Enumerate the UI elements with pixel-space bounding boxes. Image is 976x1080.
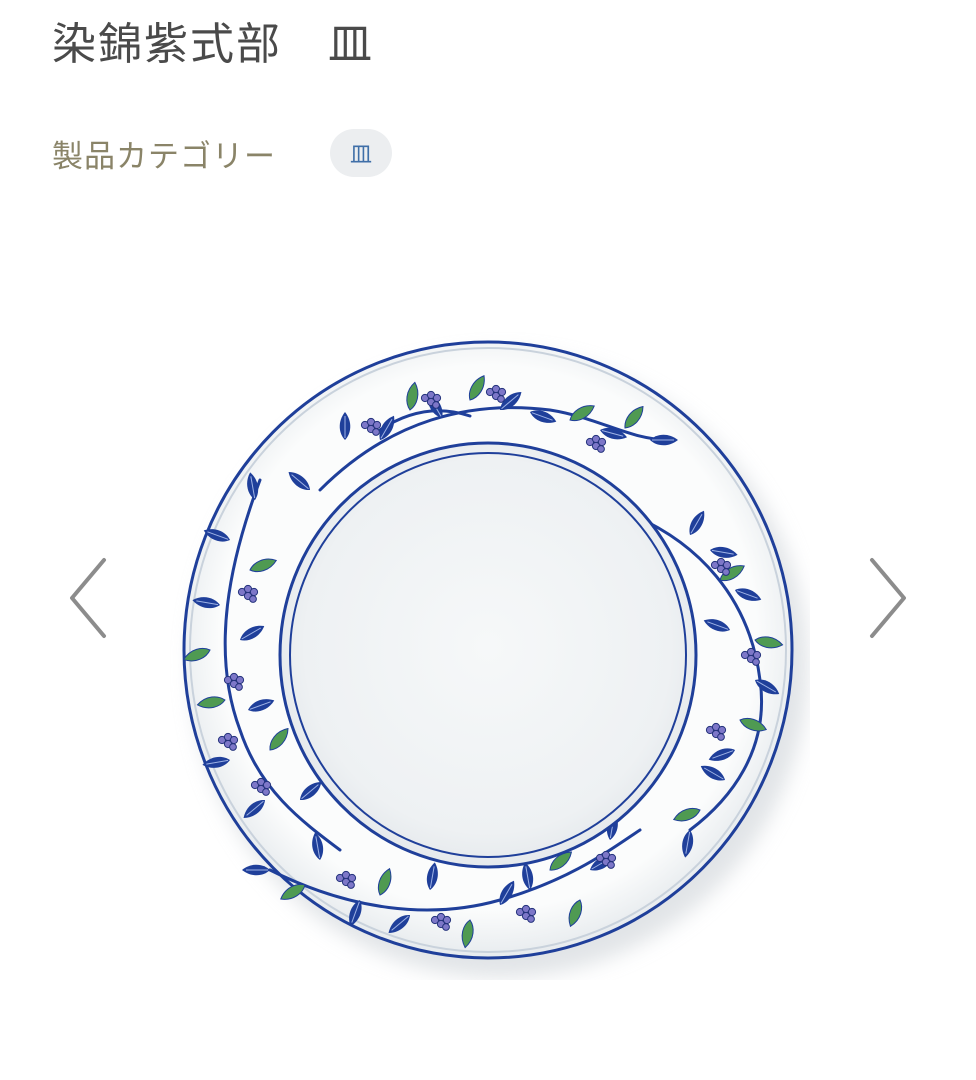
plate-photo	[181, 340, 808, 978]
chevron-left-icon	[70, 558, 106, 638]
next-image-button[interactable]	[862, 552, 910, 644]
category-row: 製品カテゴリー 皿	[52, 126, 392, 180]
product-page: 染錦紫式部 皿 製品カテゴリー 皿	[0, 0, 976, 1080]
category-chip[interactable]: 皿	[330, 129, 392, 177]
chevron-right-icon	[870, 558, 906, 638]
product-title: 染錦紫式部 皿	[52, 19, 374, 70]
image-gallery	[0, 300, 976, 1000]
category-chip-label: 皿	[349, 143, 372, 168]
category-label: 製品カテゴリー	[52, 138, 276, 175]
previous-image-button[interactable]	[66, 552, 114, 644]
